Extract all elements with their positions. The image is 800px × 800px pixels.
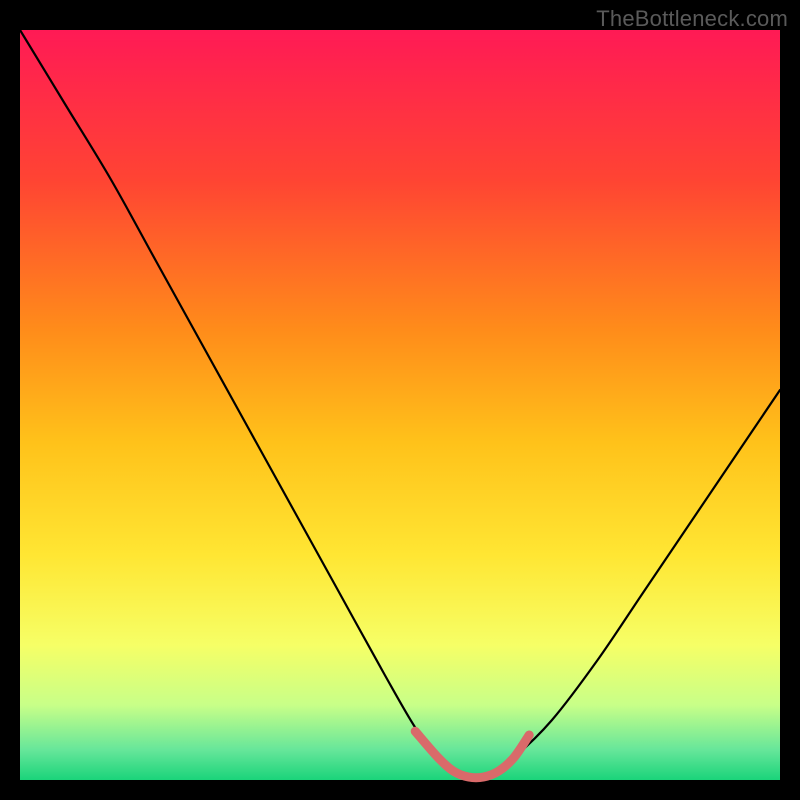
bottleneck-chart [0,0,800,800]
chart-container: TheBottleneck.com [0,0,800,800]
watermark-text: TheBottleneck.com [596,6,788,32]
chart-background-gradient [20,30,780,780]
